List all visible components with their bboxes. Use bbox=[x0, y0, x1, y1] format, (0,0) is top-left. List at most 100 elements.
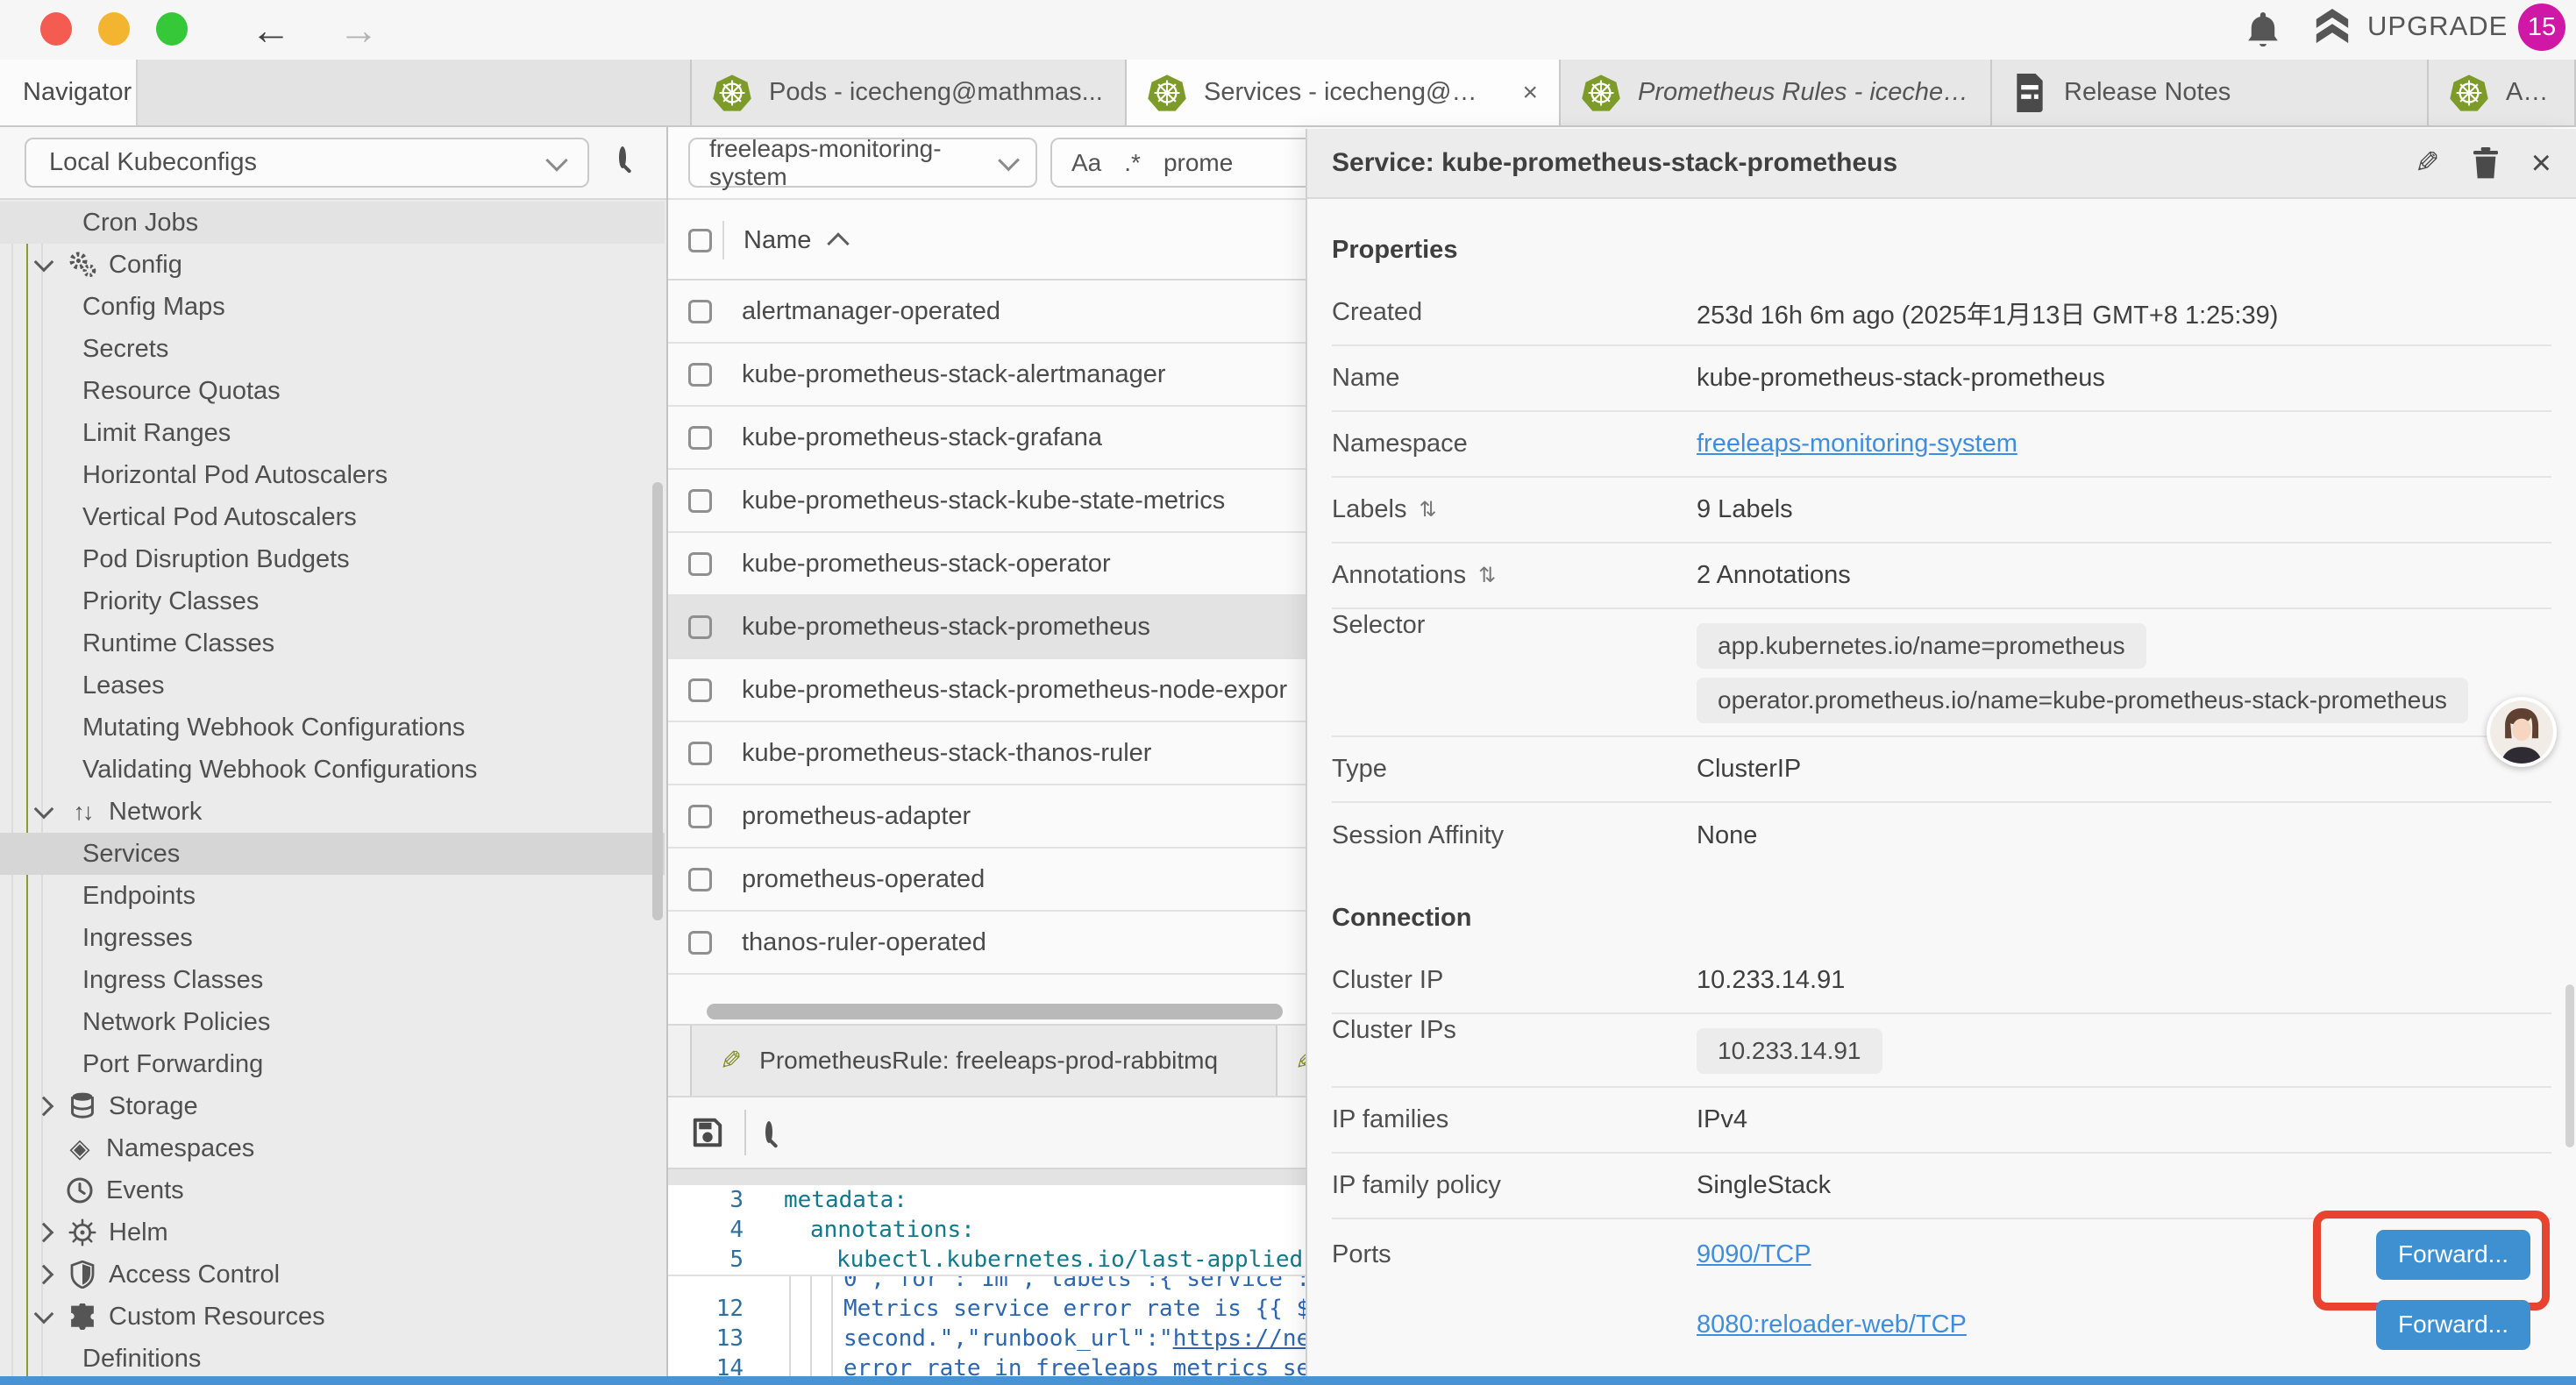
sidebar-item-validating-webhook-configurations[interactable]: Validating Webhook Configurations bbox=[0, 749, 665, 791]
tab-argo-se[interactable]: Argo Se bbox=[2429, 60, 2576, 125]
table-row[interactable]: kube-prometheus-stack-grafana bbox=[668, 407, 1307, 470]
back-button[interactable]: ← bbox=[251, 5, 291, 54]
namespace-select[interactable]: freeleaps-monitoring-system bbox=[688, 138, 1037, 188]
row-checkbox[interactable] bbox=[688, 426, 712, 450]
row-checkbox[interactable] bbox=[688, 363, 712, 387]
namespace-link[interactable]: freeleaps-monitoring-system bbox=[1697, 430, 2017, 458]
sort-toggle-icon[interactable]: ⇅ bbox=[1419, 497, 1436, 522]
sidebar-item-events[interactable]: Events bbox=[0, 1169, 665, 1211]
sidebar-item-leases[interactable]: Leases bbox=[0, 664, 665, 707]
user-avatar[interactable] bbox=[2487, 697, 2557, 767]
chevron-down-icon[interactable] bbox=[34, 799, 54, 820]
sidebar-item-resource-quotas[interactable]: Resource Quotas bbox=[0, 370, 665, 412]
sidebar-scrollbar[interactable] bbox=[652, 482, 663, 920]
sidebar-item-pod-disruption-budgets[interactable]: Pod Disruption Budgets bbox=[0, 538, 665, 580]
delete-resource-icon[interactable] bbox=[2472, 146, 2500, 180]
sidebar-item-secrets[interactable]: Secrets bbox=[0, 328, 665, 370]
minimize-window-button[interactable] bbox=[98, 12, 130, 46]
row-checkbox[interactable] bbox=[688, 300, 712, 323]
select-all-checkbox[interactable] bbox=[688, 229, 712, 252]
row-checkbox[interactable] bbox=[688, 931, 712, 955]
chevron-down-icon[interactable] bbox=[34, 252, 54, 273]
row-checkbox[interactable] bbox=[688, 805, 712, 828]
editor-tab-next[interactable]: ✎ bbox=[1279, 1026, 1307, 1096]
notification-count-badge[interactable]: 15 bbox=[2518, 4, 2565, 51]
sidebar-item-config[interactable]: Config bbox=[0, 244, 665, 286]
sidebar-item-custom-resources[interactable]: Custom Resources bbox=[0, 1296, 665, 1338]
sidebar-item-horizontal-pod-autoscalers[interactable]: Horizontal Pod Autoscalers bbox=[0, 454, 665, 496]
tab-prometheus-rules-icecheng[interactable]: Prometheus Rules - icecheng... bbox=[1561, 60, 1992, 125]
sort-toggle-icon[interactable]: ⇅ bbox=[1478, 563, 1496, 588]
sidebar-item-network[interactable]: ↑↓Network bbox=[0, 791, 665, 833]
table-row[interactable]: kube-prometheus-stack-kube-state-metrics bbox=[668, 470, 1307, 533]
row-checkbox[interactable] bbox=[688, 615, 712, 639]
sidebar-item-port-forwarding[interactable]: Port Forwarding bbox=[0, 1043, 665, 1085]
sidebar-search-icon[interactable] bbox=[619, 150, 626, 166]
editor-tab-prometheusrule[interactable]: ✎ PrometheusRule: freeleaps-prod-rabbitm… bbox=[690, 1026, 1277, 1096]
sidebar-item-network-policies[interactable]: Network Policies bbox=[0, 1001, 665, 1043]
chevron-right-icon[interactable] bbox=[34, 1223, 54, 1243]
close-panel-icon[interactable]: × bbox=[2531, 146, 2551, 181]
sidebar-item-endpoints[interactable]: Endpoints bbox=[0, 875, 665, 917]
save-button[interactable] bbox=[692, 1117, 723, 1148]
sidebar-item-ingresses[interactable]: Ingresses bbox=[0, 917, 665, 959]
table-row[interactable]: kube-prometheus-stack-thanos-ruler bbox=[668, 722, 1307, 785]
sidebar-item-runtime-classes[interactable]: Runtime Classes bbox=[0, 622, 665, 664]
chevron-right-icon[interactable] bbox=[34, 1265, 54, 1285]
sidebar-item-limit-ranges[interactable]: Limit Ranges bbox=[0, 412, 665, 454]
tab-services-icecheng-math[interactable]: Services - icecheng@math...× bbox=[1127, 60, 1561, 125]
match-case-toggle[interactable]: Aa bbox=[1071, 149, 1101, 177]
yaml-editor[interactable]: 3metadata:4annotations:5kubectl.kubernet… bbox=[668, 1185, 1307, 1385]
table-row[interactable]: kube-prometheus-stack-prometheus-node-ex… bbox=[668, 659, 1307, 722]
forward-button[interactable]: → bbox=[338, 5, 379, 54]
table-row[interactable]: thanos-ruler-operated bbox=[668, 912, 1307, 975]
table-row[interactable]: kube-prometheus-stack-operator bbox=[668, 533, 1307, 596]
detail-scrollbar[interactable] bbox=[2565, 984, 2574, 1147]
upgrade-button[interactable]: UPGRADE bbox=[2313, 9, 2508, 44]
sidebar-item-access-control[interactable]: Access Control bbox=[0, 1254, 665, 1296]
sidebar-item-definitions[interactable]: Definitions bbox=[0, 1338, 665, 1380]
sidebar-item-config-maps[interactable]: Config Maps bbox=[0, 286, 665, 328]
forward-button[interactable]: Forward... bbox=[2376, 1300, 2530, 1350]
row-checkbox[interactable] bbox=[688, 489, 712, 513]
sidebar-item-ingress-classes[interactable]: Ingress Classes bbox=[0, 959, 665, 1001]
row-checkbox[interactable] bbox=[688, 742, 712, 765]
maximize-window-button[interactable] bbox=[156, 12, 188, 46]
code-line: 3metadata: bbox=[668, 1185, 1307, 1215]
edit-resource-icon[interactable]: ✎ bbox=[2415, 146, 2440, 181]
row-checkbox[interactable] bbox=[688, 678, 712, 702]
sidebar-item-vertical-pod-autoscalers[interactable]: Vertical Pod Autoscalers bbox=[0, 496, 665, 538]
sidebar-item-cron-jobs[interactable]: Cron Jobs bbox=[0, 202, 665, 244]
horizontal-scrollbar[interactable] bbox=[707, 1004, 1283, 1019]
name-column-header[interactable]: Name bbox=[744, 226, 811, 255]
code-url-link[interactable]: https://net bbox=[1173, 1325, 1307, 1352]
chevron-right-icon[interactable] bbox=[34, 1097, 54, 1117]
notifications-bell-icon[interactable] bbox=[2246, 12, 2280, 49]
table-row[interactable]: alertmanager-operated bbox=[668, 281, 1307, 344]
table-row[interactable]: prometheus-adapter bbox=[668, 785, 1307, 849]
sidebar-item-storage[interactable]: Storage bbox=[0, 1085, 665, 1127]
forward-button[interactable]: Forward... bbox=[2376, 1230, 2530, 1280]
row-checkbox[interactable] bbox=[688, 868, 712, 891]
close-window-button[interactable] bbox=[40, 12, 72, 46]
table-row[interactable]: kube-prometheus-stack-alertmanager bbox=[668, 344, 1307, 407]
sidebar-item-priority-classes[interactable]: Priority Classes bbox=[0, 580, 665, 622]
row-checkbox[interactable] bbox=[688, 552, 712, 576]
sidebar-item-helm[interactable]: Helm bbox=[0, 1211, 665, 1254]
table-row[interactable]: kube-prometheus-stack-prometheus bbox=[668, 596, 1307, 659]
port-link[interactable]: 8080:reloader-web/TCP bbox=[1697, 1310, 1967, 1339]
kubeconfig-select[interactable]: Local Kubeconfigs bbox=[25, 138, 589, 188]
table-row[interactable]: prometheus-operated bbox=[668, 849, 1307, 912]
sidebar-item-mutating-webhook-configurations[interactable]: Mutating Webhook Configurations bbox=[0, 707, 665, 749]
tab-pods-icecheng-mathmas[interactable]: Pods - icecheng@mathmas... bbox=[690, 60, 1127, 125]
close-tab-icon[interactable]: × bbox=[1522, 78, 1538, 108]
regex-toggle[interactable]: .* bbox=[1124, 149, 1141, 177]
search-input[interactable]: Aa .* prome bbox=[1050, 138, 1307, 188]
sidebar-item-namespaces[interactable]: ◈Namespaces bbox=[0, 1127, 665, 1169]
sidebar-item-services[interactable]: Services bbox=[0, 833, 665, 875]
navigator-panel-tab[interactable]: Navigator bbox=[0, 60, 138, 125]
editor-search-button[interactable] bbox=[765, 1125, 772, 1140]
port-link[interactable]: 9090/TCP bbox=[1697, 1240, 1811, 1269]
chevron-down-icon[interactable] bbox=[34, 1304, 54, 1325]
tab-release-notes[interactable]: Release Notes bbox=[1992, 60, 2429, 125]
